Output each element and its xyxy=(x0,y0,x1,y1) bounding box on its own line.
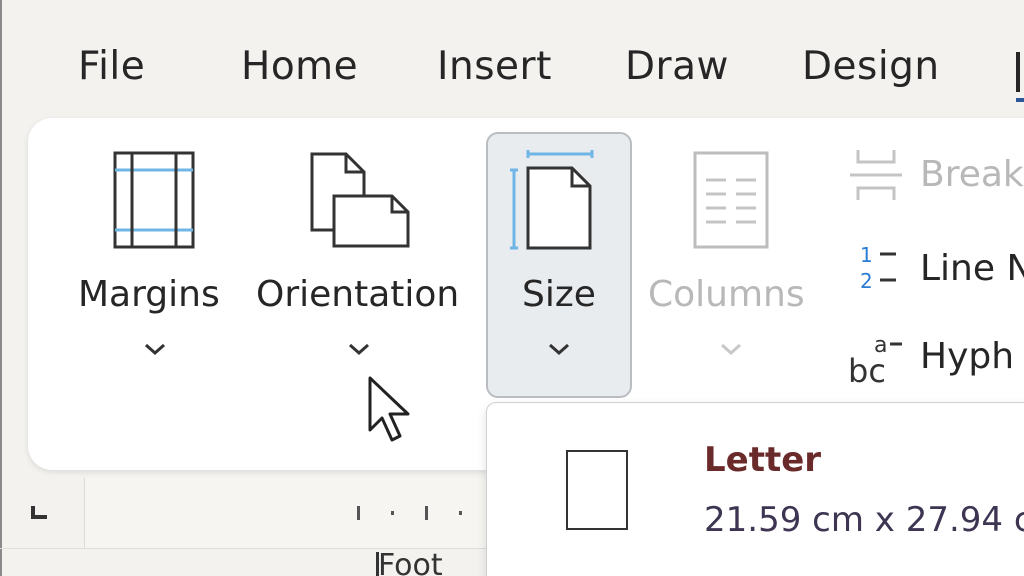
mouse-pointer-icon xyxy=(368,376,410,442)
tab-home[interactable]: Home xyxy=(241,44,358,89)
columns-button[interactable]: Columns xyxy=(644,140,824,380)
page-icon xyxy=(566,450,628,530)
line-numbers-icon: 1 2 xyxy=(860,243,896,293)
chevron-down-icon xyxy=(145,343,165,356)
svg-text:1: 1 xyxy=(860,243,873,267)
orientation-label: Orientation xyxy=(256,274,460,315)
size-option-dimensions: 21.59 cm x 27.94 c xyxy=(704,500,1024,540)
svg-text:2: 2 xyxy=(860,269,873,293)
orientation-icon xyxy=(310,152,410,248)
tab-layout-partial[interactable] xyxy=(1016,44,1024,102)
chevron-down-icon xyxy=(549,343,569,356)
ribbon-tabs: File Home Insert Draw Design xyxy=(0,0,1024,118)
chevron-down-icon xyxy=(721,343,741,356)
hyphenation-label: Hyph xyxy=(920,336,1015,377)
size-icon xyxy=(510,150,594,250)
chevron-down-icon xyxy=(349,343,369,356)
breaks-label: Breaks xyxy=(920,154,1024,195)
size-button[interactable]: Size xyxy=(486,132,632,398)
tab-stop-icon[interactable] xyxy=(30,506,48,520)
line-numbers-button[interactable]: 1 2 Line N xyxy=(846,238,1024,298)
hyphenation-icon-text: bc xyxy=(848,352,886,390)
breaks-icon xyxy=(850,150,902,200)
columns-icon xyxy=(693,151,769,249)
hyphenation-button[interactable]: a bc Hyph xyxy=(846,328,1024,390)
line-numbers-label: Line N xyxy=(920,248,1024,289)
tab-draw[interactable]: Draw xyxy=(625,44,729,89)
size-option-title[interactable]: Letter xyxy=(704,440,821,480)
margins-icon xyxy=(113,151,195,249)
breaks-button[interactable]: Breaks xyxy=(846,146,1024,206)
columns-label: Columns xyxy=(648,274,805,315)
margins-button[interactable]: Margins xyxy=(70,140,240,380)
orientation-button[interactable]: Orientation xyxy=(252,140,468,380)
tab-insert[interactable]: Insert xyxy=(437,44,552,89)
tab-file[interactable]: File xyxy=(78,44,145,89)
size-label: Size xyxy=(522,274,596,315)
tab-design[interactable]: Design xyxy=(802,44,940,89)
footer-text: Foot xyxy=(378,548,443,576)
margins-label: Margins xyxy=(78,274,220,315)
horizontal-ruler xyxy=(84,478,504,548)
